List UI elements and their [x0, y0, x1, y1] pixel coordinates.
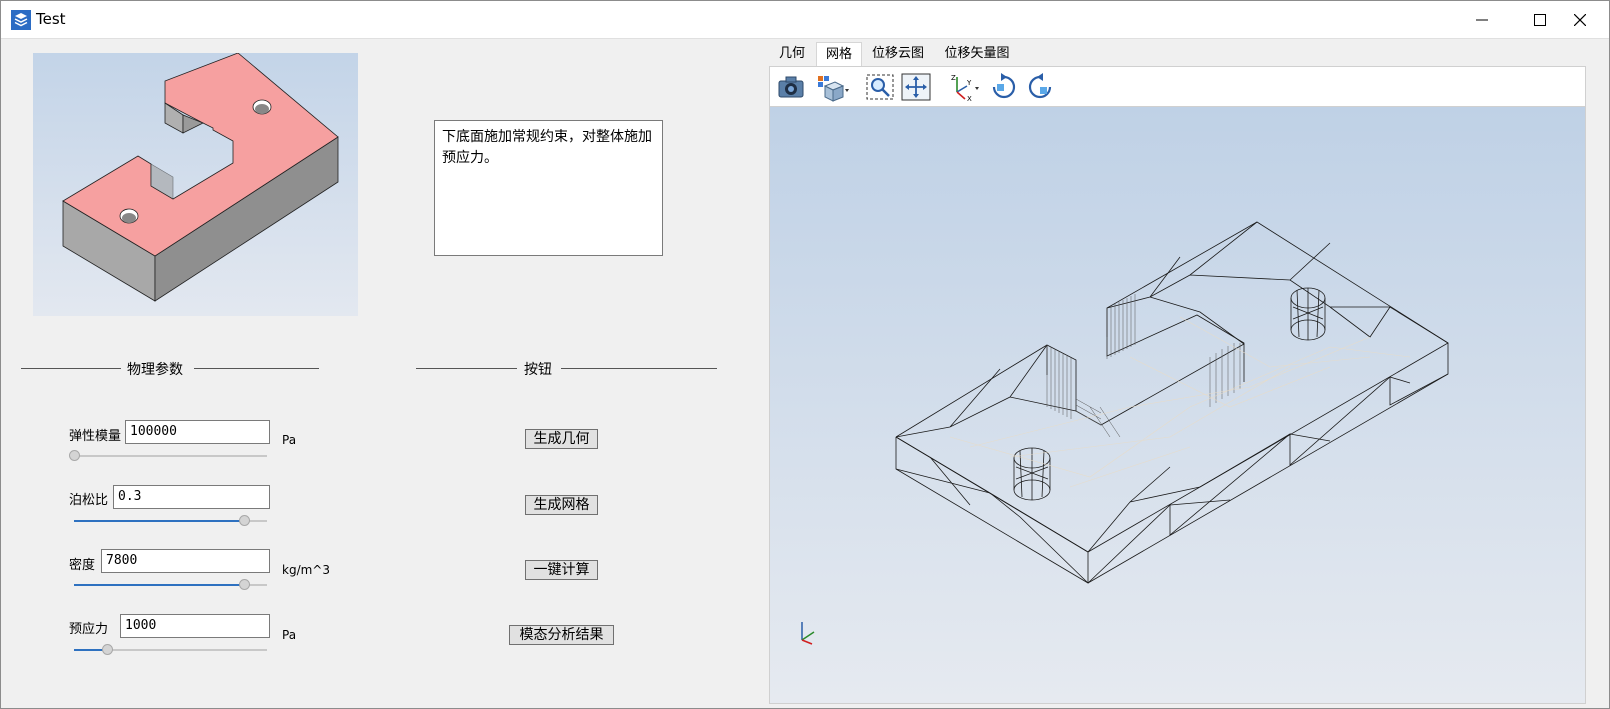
part-preview-image — [62, 52, 339, 302]
mesh-viewport[interactable] — [769, 106, 1586, 704]
rotate-cw-icon[interactable] — [988, 72, 1020, 102]
slider-thumb[interactable] — [101, 644, 113, 655]
density-unit: kg/m^3 — [282, 563, 330, 577]
app-icon — [11, 10, 31, 30]
youngs-modulus-slider[interactable] — [69, 450, 267, 462]
svg-text:Y: Y — [966, 79, 972, 87]
viewer-toolbar: Z Y X — [769, 66, 1586, 106]
svg-text:Z: Z — [951, 74, 956, 82]
slider-thumb[interactable] — [238, 515, 250, 526]
modal-analysis-button[interactable]: 模态分析结果 — [509, 625, 614, 645]
prestress-slider[interactable] — [74, 644, 267, 656]
svg-text:X: X — [967, 95, 972, 102]
main-window: Test 下底面施加常规约束，对整体施加预应力。 物理参数 按钮 弹性模量 10… — [0, 0, 1610, 709]
poisson-ratio-slider[interactable] — [74, 515, 267, 527]
buttons-group-line-right — [561, 368, 717, 369]
tab-geometry[interactable]: 几何 — [770, 42, 814, 66]
generate-geometry-button[interactable]: 生成几何 — [525, 429, 598, 449]
rotate-ccw-icon[interactable] — [1024, 72, 1056, 102]
poisson-ratio-input[interactable]: 0.3 — [113, 485, 270, 509]
tab-mesh[interactable]: 网格 — [816, 42, 862, 66]
prestress-input[interactable]: 1000 — [120, 614, 270, 638]
window-title: Test — [36, 10, 66, 28]
minimize-icon — [1476, 19, 1488, 20]
params-group-title: 物理参数 — [127, 362, 183, 378]
density-slider[interactable] — [74, 579, 267, 591]
title-bar: Test — [1, 1, 1609, 39]
compute-button[interactable]: 一键计算 — [525, 560, 598, 580]
generate-mesh-button[interactable]: 生成网格 — [525, 495, 598, 515]
close-button[interactable] — [1551, 1, 1609, 38]
density-label: 密度 — [69, 558, 96, 573]
mesh-render — [801, 221, 1449, 645]
buttons-group-title: 按钮 — [524, 362, 552, 378]
geometry-preview — [33, 52, 358, 316]
tab-displacement-vector[interactable]: 位移矢量图 — [936, 42, 1018, 66]
prestress-unit: Pa — [282, 628, 297, 642]
zoom-fit-icon[interactable] — [864, 72, 896, 102]
youngs-modulus-input[interactable]: 100000 — [125, 420, 270, 444]
close-icon — [1574, 13, 1586, 26]
tab-displacement-contour[interactable]: 位移云图 — [864, 42, 932, 66]
slider-thumb[interactable] — [69, 450, 80, 461]
params-group-line-left — [21, 368, 121, 369]
view-cube-icon[interactable] — [815, 72, 851, 102]
density-input[interactable]: 7800 — [101, 549, 270, 573]
youngs-modulus-unit: Pa — [282, 433, 297, 447]
slider-thumb[interactable] — [238, 579, 250, 590]
axis-triad — [801, 622, 815, 645]
prestress-label: 预应力 — [69, 622, 109, 637]
slider-fill — [74, 584, 244, 586]
params-group-line-right — [194, 368, 319, 369]
axes-icon[interactable]: Z Y X — [945, 72, 981, 102]
poisson-ratio-label: 泊松比 — [69, 493, 109, 508]
pan-icon[interactable] — [900, 72, 932, 102]
camera-icon[interactable] — [775, 72, 807, 102]
youngs-modulus-label: 弹性模量 — [69, 429, 122, 444]
maximize-icon — [1534, 13, 1546, 26]
description-textbox[interactable]: 下底面施加常规约束，对整体施加预应力。 — [434, 120, 663, 256]
slider-fill — [74, 520, 244, 522]
minimize-button[interactable] — [1453, 1, 1511, 38]
buttons-group-line-left — [416, 368, 517, 369]
